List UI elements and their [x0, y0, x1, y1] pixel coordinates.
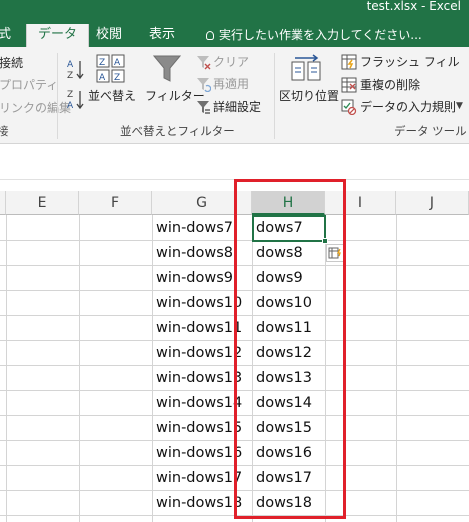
- cell-g[interactable]: win-dows11: [153, 316, 242, 341]
- cell-g[interactable]: win-dows10: [153, 291, 242, 316]
- cell-g[interactable]: win-dows7: [153, 216, 233, 241]
- lightbulb-icon: [206, 31, 214, 40]
- svg-text:A: A: [67, 60, 74, 70]
- column-header-j[interactable]: J: [396, 191, 469, 215]
- properties-button[interactable]: プロパティ: [0, 78, 58, 93]
- highlight-annotation-box: [234, 179, 346, 519]
- cell-g[interactable]: win-dows8: [153, 241, 233, 266]
- tab-review[interactable]: 校閲: [96, 24, 122, 47]
- data-validation-icon: [341, 99, 357, 115]
- cell-g[interactable]: win-dows12: [153, 341, 242, 366]
- sort-az-button[interactable]: A Z: [66, 57, 86, 81]
- remove-duplicates-label: 重複の削除: [360, 78, 421, 92]
- advanced-filter-label: 詳細設定: [213, 100, 262, 114]
- svg-text:A: A: [67, 101, 74, 111]
- text-to-columns-label: 区切り位置: [279, 89, 340, 103]
- svg-text:A: A: [99, 73, 106, 83]
- ribbon: 接続 プロパティ リンクの編集 接 A Z Z A Z A A Z 並べ替え フ…: [0, 47, 469, 144]
- data-validation-button[interactable]: データの入力規則: [341, 99, 461, 116]
- text-to-columns-button[interactable]: 区切り位置: [279, 54, 340, 109]
- cell-g[interactable]: win-dows9: [153, 266, 233, 291]
- cell-g[interactable]: win-dows18: [153, 491, 242, 516]
- sort-za-button[interactable]: Z A: [66, 87, 86, 111]
- sort-button[interactable]: Z A A Z 並べ替え: [88, 54, 137, 109]
- sort-za-icon: Z A: [67, 90, 84, 111]
- advanced-filter-icon: [197, 101, 210, 114]
- reapply-label: 再適用: [213, 77, 250, 91]
- svg-text:A: A: [114, 58, 121, 68]
- svg-text:Z: Z: [67, 90, 73, 100]
- cell-g[interactable]: win-dows14: [153, 391, 242, 416]
- reapply-icon: [197, 78, 211, 92]
- connections-button[interactable]: 接続: [0, 56, 23, 71]
- cell-g[interactable]: win-dows17: [153, 466, 242, 491]
- remove-duplicates-icon: [341, 77, 357, 93]
- tab-view[interactable]: 表示: [149, 24, 175, 47]
- grid-line: [396, 215, 397, 522]
- tab-formulas[interactable]: 式: [0, 24, 11, 47]
- group-divider: [57, 53, 58, 139]
- flash-fill-label: フラッシュ フィル: [360, 55, 460, 69]
- edit-links-button[interactable]: リンクの編集: [0, 101, 71, 116]
- sort-icon: Z A A Z: [96, 54, 125, 83]
- data-validation-label: データの入力規則: [360, 100, 457, 114]
- cell-g[interactable]: win-dows15: [153, 416, 242, 441]
- cell-g[interactable]: win-dows16: [153, 441, 242, 466]
- filter-button[interactable]: フィルター: [143, 54, 205, 109]
- formula-bar[interactable]: [0, 145, 469, 180]
- chevron-down-icon[interactable]: ▼: [456, 101, 463, 111]
- flash-fill-button[interactable]: フラッシュ フィル: [341, 54, 460, 71]
- tell-me-text: 実行したい作業を入力してください...: [219, 28, 422, 42]
- remove-duplicates-button[interactable]: 重複の削除: [341, 77, 437, 94]
- sort-filter-group-label: 並べ替えとフィルター: [120, 124, 235, 138]
- grid-line: [79, 215, 80, 522]
- filter-icon: [153, 55, 181, 82]
- sort-button-label: 並べ替え: [88, 89, 137, 103]
- connections-group-label: 接: [0, 124, 9, 138]
- sort-az-icon: A Z: [67, 60, 84, 81]
- advanced-filter-button[interactable]: 詳細設定: [196, 99, 266, 116]
- tell-me-box[interactable]: 実行したい作業を入力してください...: [206, 24, 422, 46]
- clear-filter-icon: [197, 56, 211, 70]
- column-header-f[interactable]: F: [79, 191, 152, 215]
- svg-text:Z: Z: [114, 73, 120, 83]
- flash-fill-icon: [341, 54, 357, 70]
- text-to-columns-icon: [291, 54, 321, 81]
- clear-label: クリア: [213, 55, 250, 69]
- clear-button[interactable]: クリア: [196, 54, 266, 71]
- tab-data[interactable]: データ: [26, 24, 90, 47]
- group-divider: [274, 53, 275, 139]
- reapply-button[interactable]: 再適用: [196, 76, 266, 93]
- data-tools-group-label: データ ツール: [394, 124, 467, 138]
- svg-text:Z: Z: [67, 71, 73, 81]
- cell-g[interactable]: win-dows13: [153, 366, 242, 391]
- title-bar: test.xlsx - Excel 式 データ 校閲 表示 実行したい作業を入力…: [0, 0, 469, 47]
- grid-line: [6, 215, 7, 522]
- svg-text:Z: Z: [99, 58, 105, 68]
- window-title: test.xlsx - Excel: [366, 0, 461, 13]
- column-header-e[interactable]: E: [6, 191, 79, 215]
